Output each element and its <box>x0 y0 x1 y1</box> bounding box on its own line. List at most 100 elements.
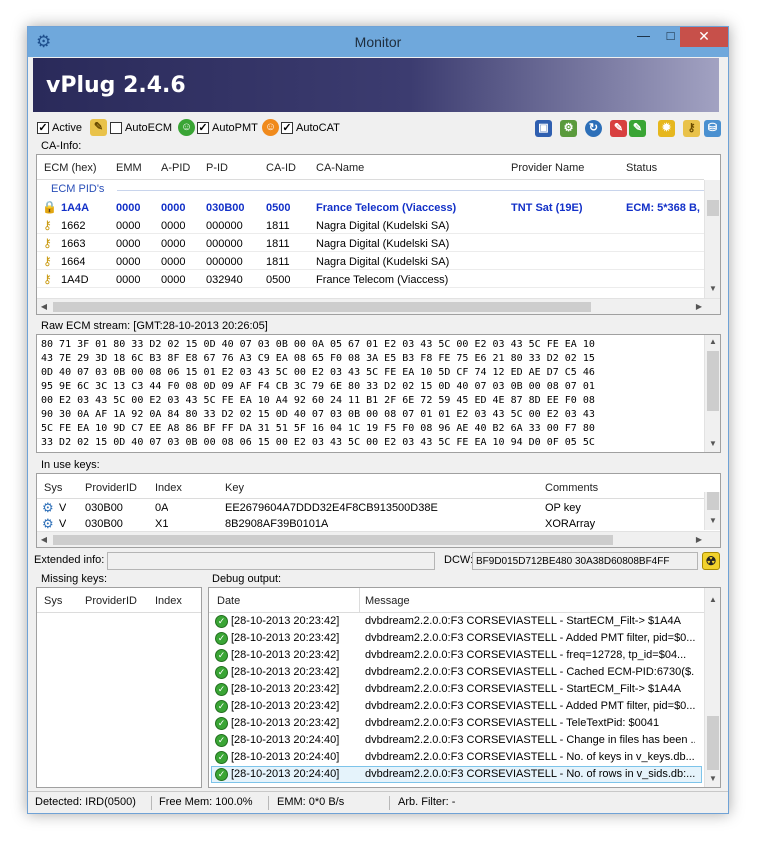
missing-keys-table[interactable]: Sys ProviderID Index <box>36 587 202 788</box>
scroll-thumb[interactable] <box>53 535 613 545</box>
scroll-thumb[interactable] <box>53 302 591 312</box>
table-row[interactable]: ⚷ 1663 0000 0000 000000 1811 Nagra Digit… <box>37 235 704 252</box>
col-providerid[interactable]: ProviderID <box>85 595 137 607</box>
in-use-keys-table[interactable]: Sys ProviderID Index Key Comments ⚙ V 03… <box>36 473 721 548</box>
col-index[interactable]: Index <box>155 595 182 607</box>
col-date[interactable]: Date <box>217 595 240 607</box>
log-message: dvbdream2.2.0.0:F3 CORSEVIASTELL - Cache… <box>365 666 695 678</box>
scroll-left-icon[interactable]: ◀ <box>39 535 49 545</box>
scroll-right-icon[interactable]: ▶ <box>694 302 704 312</box>
missing-keys-label: Missing keys: <box>41 573 108 585</box>
log-row[interactable]: ✓ [28-10-2013 20:23:42] dvbdream2.2.0.0:… <box>211 664 702 681</box>
col-caid[interactable]: CA-ID <box>266 162 296 174</box>
scroll-down-icon[interactable]: ▼ <box>705 284 720 294</box>
cell-comment: XORArray <box>545 518 596 530</box>
scroll-thumb[interactable] <box>707 492 719 510</box>
col-provider[interactable]: Provider Name <box>511 162 584 174</box>
scroll-left-icon[interactable]: ◀ <box>39 302 49 312</box>
log-row[interactable]: ✓ [28-10-2013 20:23:42] dvbdream2.2.0.0:… <box>211 647 702 664</box>
col-message[interactable]: Message <box>365 595 410 607</box>
cell-provider: TNT Sat (19E) <box>511 202 583 214</box>
scroll-thumb[interactable] <box>707 200 719 216</box>
log-row[interactable]: ✓ [28-10-2013 20:23:42] dvbdream2.2.0.0:… <box>211 630 702 647</box>
col-ecm[interactable]: ECM (hex) <box>44 162 97 174</box>
ca-info-vscrollbar[interactable]: ▼ <box>704 180 720 298</box>
cell-sys: V <box>59 502 67 514</box>
col-index[interactable]: Index <box>155 482 182 494</box>
col-emm[interactable]: EMM <box>116 162 142 174</box>
table-row[interactable]: ⚙ V 030B00 X1 8B2908AF39B0101A XORArray <box>37 516 704 530</box>
scroll-down-icon[interactable]: ▼ <box>705 439 720 449</box>
log-row[interactable]: ✓ [28-10-2013 20:24:40] dvbdream2.2.0.0:… <box>211 732 702 749</box>
col-sys[interactable]: Sys <box>44 595 62 607</box>
log-row[interactable]: ✓ [28-10-2013 20:23:42] dvbdream2.2.0.0:… <box>211 681 702 698</box>
ca-info-table[interactable]: ECM (hex) EMM A-PID P-ID CA-ID CA-Name P… <box>36 154 721 315</box>
log-message: dvbdream2.2.0.0:F3 CORSEVIASTELL - No. o… <box>365 768 695 780</box>
debug-output-table[interactable]: Date Message ✓ [28-10-2013 20:23:42] dvb… <box>208 587 721 788</box>
ca-info-hscrollbar[interactable]: ◀ ▶ <box>37 298 720 314</box>
check-icon: ✓ <box>215 700 228 713</box>
database-icon[interactable]: ⛁ <box>704 120 721 137</box>
pen-green-icon[interactable]: ✎ <box>629 120 646 137</box>
close-button[interactable]: ✕ <box>680 27 728 47</box>
scroll-down-icon[interactable]: ▼ <box>705 774 720 784</box>
col-pid[interactable]: P-ID <box>206 162 228 174</box>
log-message: dvbdream2.2.0.0:F3 CORSEVIASTELL - Added… <box>365 632 695 644</box>
autoecm-checkbox[interactable] <box>110 122 122 134</box>
autopmt-checkbox[interactable]: ✓ <box>197 122 209 134</box>
raw-ecm-vscrollbar[interactable]: ▲ ▼ <box>704 335 720 452</box>
scroll-thumb[interactable] <box>707 351 719 411</box>
scroll-down-icon[interactable]: ▼ <box>705 516 720 526</box>
key-icon: ⚷ <box>43 272 52 286</box>
log-row[interactable]: ✓ [28-10-2013 20:23:42] dvbdream2.2.0.0:… <box>211 698 702 715</box>
cell-pid: 030B00 <box>206 202 245 214</box>
col-key[interactable]: Key <box>225 482 244 494</box>
hex-line: 90 30 0A AF 1A 92 0A 84 80 33 D2 02 15 0… <box>41 409 595 420</box>
col-providerid[interactable]: ProviderID <box>85 482 137 494</box>
col-apid[interactable]: A-PID <box>161 162 190 174</box>
raw-ecm-view[interactable]: 80 71 3F 01 80 33 D2 02 15 0D 40 07 03 0… <box>36 334 721 453</box>
log-row[interactable]: ✓ [28-10-2013 20:24:40] dvbdream2.2.0.0:… <box>211 749 702 766</box>
table-row[interactable]: ⚷ 1A4D 0000 0000 032940 0500 France Tele… <box>37 271 704 288</box>
table-row[interactable]: ⚷ 1662 0000 0000 000000 1811 Nagra Digit… <box>37 217 704 234</box>
scroll-up-icon[interactable]: ▲ <box>705 337 720 347</box>
check-icon: ✓ <box>215 751 228 764</box>
col-sys[interactable]: Sys <box>44 482 62 494</box>
minimize-button[interactable]: — <box>630 27 657 47</box>
gear-yellow-icon[interactable]: ✹ <box>658 120 675 137</box>
col-comments[interactable]: Comments <box>545 482 598 494</box>
autocat-checkbox[interactable]: ✓ <box>281 122 293 134</box>
arb-filter-status: Arb. Filter: - <box>398 796 456 808</box>
dcw-field[interactable]: BF9D015D712BE480 30A38D60808BF4FF <box>472 552 698 570</box>
cell-apid: 0000 <box>161 274 186 286</box>
table-row[interactable]: 🔒 1A4A 0000 0000 030B00 0500 France Tele… <box>37 199 704 216</box>
log-row[interactable]: ✓ [28-10-2013 20:23:42] dvbdream2.2.0.0:… <box>211 715 702 732</box>
col-caname[interactable]: CA-Name <box>316 162 364 174</box>
extended-info-field[interactable] <box>107 552 435 570</box>
settings-icon[interactable]: ⚙ <box>560 120 577 137</box>
scroll-right-icon[interactable]: ▶ <box>694 535 704 545</box>
keys-vscrollbar[interactable]: ▼ <box>704 492 720 530</box>
cell-emm: 0000 <box>116 202 141 214</box>
log-row[interactable]: ✓ [28-10-2013 20:23:42] dvbdream2.2.0.0:… <box>211 613 702 630</box>
cell-caid: 1811 <box>266 220 290 232</box>
active-checkbox[interactable]: ✓ <box>37 122 49 134</box>
check-icon: ✓ <box>215 717 228 730</box>
keys-hscrollbar[interactable]: ◀ ▶ <box>37 531 720 547</box>
gear-icon: ⚙ <box>42 500 54 515</box>
table-row[interactable]: ⚙ V 030B00 0A EE2679604A7DDD32E4F8CB9135… <box>37 500 704 516</box>
scroll-thumb[interactable] <box>707 716 719 770</box>
save-icon[interactable]: ▣ <box>535 120 552 137</box>
col-status[interactable]: Status <box>626 162 657 174</box>
radiation-icon[interactable]: ☢ <box>702 552 720 570</box>
refresh-icon[interactable]: ↻ <box>585 120 602 137</box>
log-date: [28-10-2013 20:24:40] <box>231 734 340 746</box>
autocat-label: AutoCAT <box>296 122 340 134</box>
scroll-up-icon[interactable]: ▲ <box>705 595 720 605</box>
log-row-selected[interactable]: ✓ [28-10-2013 20:24:40] dvbdream2.2.0.0:… <box>211 766 702 783</box>
table-row[interactable]: ⚷ 1664 0000 0000 000000 1811 Nagra Digit… <box>37 253 704 270</box>
debug-vscrollbar[interactable]: ▲ ▼ <box>704 588 720 787</box>
key-icon[interactable]: ⚷ <box>683 120 700 137</box>
ca-info-label: CA-Info: <box>41 140 82 152</box>
pen-red-icon[interactable]: ✎ <box>610 120 627 137</box>
